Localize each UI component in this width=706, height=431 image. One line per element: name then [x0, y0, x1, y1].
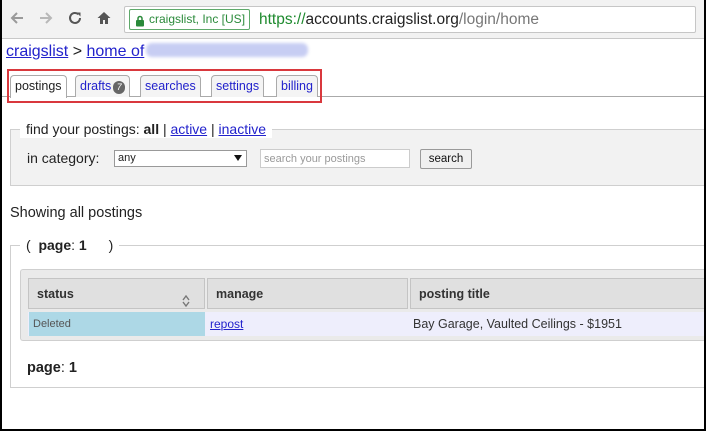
tab-searches-label: searches: [145, 79, 196, 93]
drafts-count-badge: 7: [113, 81, 126, 94]
status-cell: Deleted: [29, 312, 205, 336]
repost-link[interactable]: repost: [210, 317, 243, 331]
home-icon[interactable]: [93, 7, 115, 29]
filter-separator: |: [162, 121, 167, 137]
search-button[interactable]: search: [420, 149, 472, 169]
column-header-status[interactable]: status: [28, 278, 205, 309]
breadcrumb: craigslist > home of: [6, 42, 309, 62]
pager-colon: :: [71, 237, 76, 253]
column-header-posting-title[interactable]: posting title: [410, 278, 706, 309]
footer-page-label: page: [27, 360, 61, 376]
tab-billing-label: billing: [281, 79, 313, 93]
tab-billing[interactable]: billing: [276, 75, 318, 97]
home-of-link[interactable]: home of: [86, 43, 309, 60]
browser-toolbar: craigslist, Inc [US] https://accounts.cr…: [0, 0, 706, 39]
security-label: craigslist, Inc [US]: [149, 12, 246, 26]
search-postings-input[interactable]: [260, 149, 410, 168]
tab-settings[interactable]: settings: [211, 75, 265, 97]
pager-legend: ( page: 1 ): [20, 237, 120, 254]
tab-postings[interactable]: postings: [10, 75, 67, 98]
craigslist-link[interactable]: craigslist: [6, 43, 68, 60]
redacted-email: [146, 43, 309, 57]
filter-active-link[interactable]: active: [171, 121, 208, 137]
filter-inactive-link[interactable]: inactive: [219, 121, 266, 137]
posting-title-cell: Bay Garage, Vaulted Ceilings - $1951: [413, 317, 622, 331]
url-text[interactable]: https://accounts.craigslist.org/login/ho…: [259, 10, 539, 30]
column-header-label: posting title: [419, 287, 490, 301]
column-header-label: status: [37, 287, 74, 301]
manage-cell: repost: [206, 312, 408, 336]
column-header-label: manage: [216, 287, 264, 301]
address-bar[interactable]: craigslist, Inc [US] https://accounts.cr…: [124, 6, 696, 33]
footer-page-colon: :: [60, 360, 65, 376]
category-label: in category:: [27, 150, 100, 166]
reload-icon[interactable]: [64, 7, 86, 29]
back-arrow-icon[interactable]: [6, 7, 28, 29]
home-of-label: home of: [86, 43, 145, 60]
filter-all-current: all: [143, 121, 160, 137]
filter-separator: |: [210, 121, 215, 137]
pager-open-paren: (: [26, 237, 31, 253]
pager-label: page: [38, 237, 72, 253]
tab-searches[interactable]: searches: [140, 75, 201, 97]
find-postings-legend: find your postings: all | active | inact…: [20, 121, 272, 138]
page-footer: page: 1: [27, 359, 77, 377]
tab-postings-label: postings: [15, 79, 62, 93]
tab-settings-label: settings: [216, 79, 260, 93]
dropdown-caret-icon: [234, 155, 242, 161]
pager-number: 1: [78, 237, 87, 253]
lock-icon: [135, 14, 145, 33]
column-header-manage[interactable]: manage: [207, 278, 408, 309]
forward-arrow-icon[interactable]: [35, 7, 57, 29]
pager-close-paren: ): [108, 237, 114, 253]
breadcrumb-separator: >: [72, 43, 83, 60]
footer-page-number: 1: [68, 360, 77, 376]
category-select-value: any: [118, 152, 136, 164]
find-postings-label: find your postings:: [26, 121, 140, 137]
category-select[interactable]: any: [114, 150, 247, 167]
secure-site-chip[interactable]: craigslist, Inc [US]: [129, 9, 251, 33]
tab-drafts-label: drafts: [80, 79, 112, 93]
showing-text: Showing all postings: [10, 205, 143, 221]
tab-drafts[interactable]: drafts 7: [75, 75, 131, 97]
